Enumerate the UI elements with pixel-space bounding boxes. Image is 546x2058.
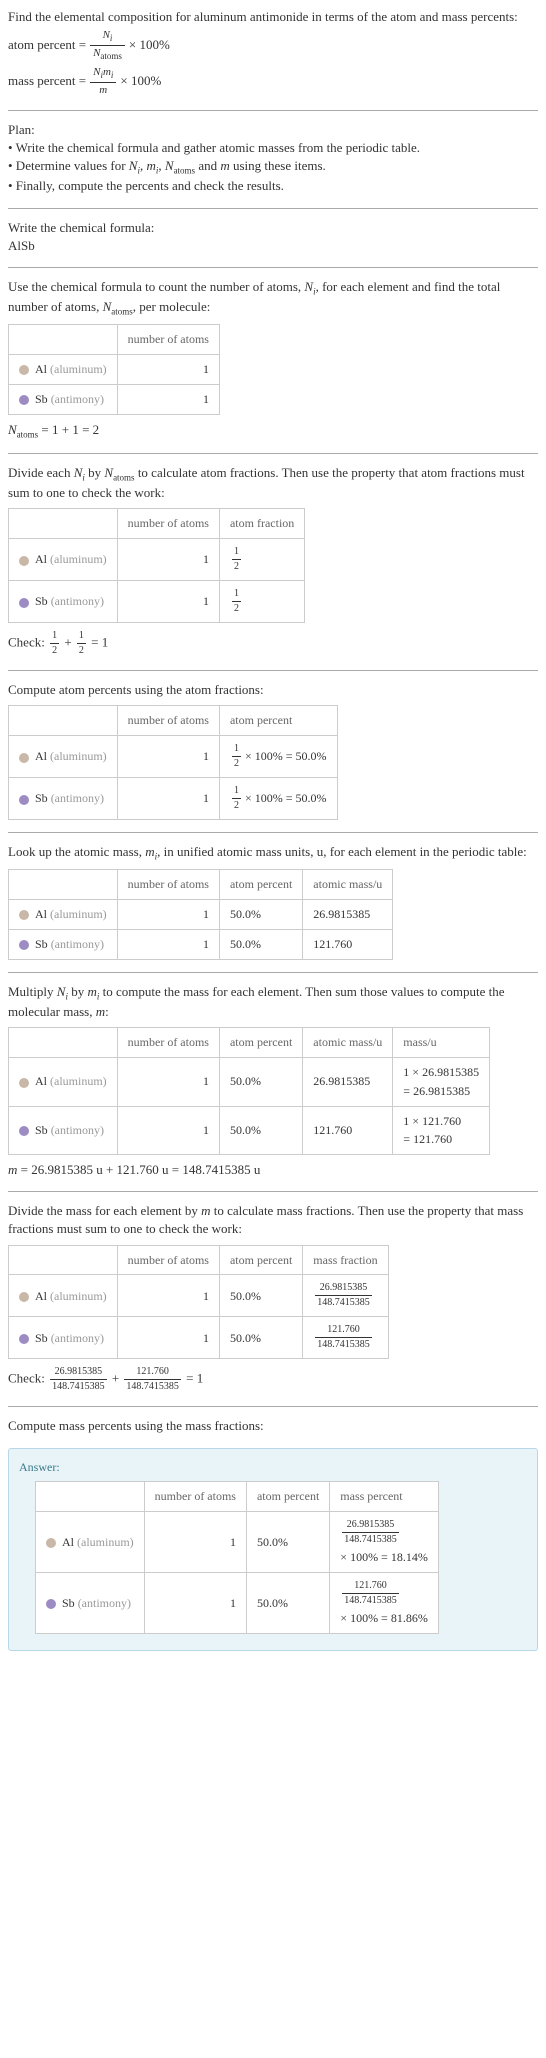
al-count: 1: [117, 355, 219, 385]
step1-title: Write the chemical formula:: [8, 219, 538, 237]
step5-text: Look up the atomic mass, mi, in unified …: [8, 843, 538, 863]
step6-block: Multiply Ni by mi to compute the mass fo…: [8, 983, 538, 1180]
step1-block: Write the chemical formula: AlSb: [8, 219, 538, 255]
al-dot-icon: [19, 1078, 29, 1088]
sb-dot-icon: [19, 795, 29, 805]
plan-block: Plan: • Write the chemical formula and g…: [8, 121, 538, 196]
step4-block: Compute atom percents using the atom fra…: [8, 681, 538, 820]
step7-text: Divide the mass for each element by m to…: [8, 1202, 538, 1238]
table-header-row: number of atoms atom percent: [9, 706, 338, 736]
al-dot-icon: [19, 365, 29, 375]
table-header-row: number of atoms atom percent mass percen…: [36, 1482, 439, 1512]
table-header-row: number of atoms atom percent mass fracti…: [9, 1245, 389, 1275]
atom-fraction-table: number of atoms atom fraction Al (alumin…: [8, 508, 305, 623]
al-cell: Al (aluminum): [9, 355, 118, 385]
mass-percent-frac: Nimi m: [90, 65, 116, 98]
table-row: Al (aluminum) 1 50.0% 26.9815385: [9, 900, 393, 930]
divider: [8, 1191, 538, 1192]
table-row: Al (aluminum) 1 50.0% 26.9815385 1 × 26.…: [9, 1057, 490, 1106]
table-row: Al (aluminum) 1: [9, 355, 220, 385]
divider: [8, 208, 538, 209]
intro-block: Find the elemental composition for alumi…: [8, 8, 538, 98]
sb-dot-icon: [19, 1126, 29, 1136]
mass-percent-formula: mass percent = Nimi m × 100%: [8, 65, 538, 98]
table-header-row: number of atoms atom percent atomic mass…: [9, 870, 393, 900]
atom-percent-formula: atom percent = Ni Natoms × 100%: [8, 28, 538, 63]
table-row: Al (aluminum) 1 12: [9, 539, 305, 581]
table-row: Sb (antimony) 1 50.0% 121.760 1 × 121.76…: [9, 1106, 490, 1155]
table-row: Al (aluminum) 1 50.0% 26.9815385148.7415…: [36, 1512, 439, 1573]
step2-text: Use the chemical formula to count the nu…: [8, 278, 538, 318]
table-row: Al (aluminum) 1 12 × 100% = 50.0%: [9, 736, 338, 778]
empty-header: [9, 325, 118, 355]
check-line: Check: 12 + 12 = 1: [8, 629, 538, 658]
sb-dot-icon: [19, 940, 29, 950]
answer-box: Answer: number of atoms atom percent mas…: [8, 1448, 538, 1651]
step8-text: Compute mass percents using the mass fra…: [8, 1417, 538, 1435]
divider: [8, 1406, 538, 1407]
sb-count: 1: [117, 385, 219, 415]
sb-dot-icon: [19, 598, 29, 608]
atoms-count-table: number of atoms Al (aluminum) 1 Sb (anti…: [8, 324, 220, 414]
sb-cell: Sb (antimony): [9, 385, 118, 415]
step7-block: Divide the mass for each element by m to…: [8, 1202, 538, 1394]
plan-bullet-1: • Write the chemical formula and gather …: [8, 139, 538, 157]
table-row: Sb (antimony) 1 50.0% 121.760148.7415385: [9, 1317, 389, 1359]
answer-label: Answer:: [19, 1459, 527, 1476]
atoms-header: number of atoms: [117, 325, 219, 355]
plan-title: Plan:: [8, 121, 538, 139]
table-row: Sb (antimony) 1 50.0% 121.760148.7415385…: [36, 1573, 439, 1634]
step2-block: Use the chemical formula to count the nu…: [8, 278, 538, 441]
plan-bullet-3: • Finally, compute the percents and chec…: [8, 177, 538, 195]
natoms-total: Natoms = 1 + 1 = 2: [8, 421, 538, 441]
al-dot-icon: [19, 753, 29, 763]
chemical-formula: AlSb: [8, 237, 538, 255]
table-row: Sb (antimony) 1 12 × 100% = 50.0%: [9, 778, 338, 820]
table-header-row: number of atoms atom fraction: [9, 509, 305, 539]
sb-dot-icon: [46, 1599, 56, 1609]
al-dot-icon: [19, 556, 29, 566]
al-dot-icon: [19, 910, 29, 920]
mass-fraction-table: number of atoms atom percent mass fracti…: [8, 1245, 389, 1360]
atom-percent-frac: Ni Natoms: [90, 28, 125, 63]
mass-fraction-check: Check: 26.9815385148.7415385 + 121.76014…: [8, 1365, 538, 1394]
divider: [8, 670, 538, 671]
divider: [8, 110, 538, 111]
table-row: Sb (antimony) 1: [9, 385, 220, 415]
step5-block: Look up the atomic mass, mi, in unified …: [8, 843, 538, 960]
answer-table: number of atoms atom percent mass percen…: [35, 1481, 439, 1633]
al-dot-icon: [19, 1292, 29, 1302]
divider: [8, 832, 538, 833]
step3-block: Divide each Ni by Natoms to calculate at…: [8, 464, 538, 658]
step6-text: Multiply Ni by mi to compute the mass fo…: [8, 983, 538, 1021]
al-dot-icon: [46, 1538, 56, 1548]
table-row: Al (aluminum) 1 50.0% 26.9815385148.7415…: [9, 1275, 389, 1317]
sb-dot-icon: [19, 395, 29, 405]
table-header-row: number of atoms: [9, 325, 220, 355]
divider: [8, 453, 538, 454]
table-header-row: number of atoms atom percent atomic mass…: [9, 1028, 490, 1058]
mass-table: number of atoms atom percent atomic mass…: [8, 1027, 490, 1155]
intro-text: Find the elemental composition for alumi…: [8, 8, 538, 26]
divider: [8, 972, 538, 973]
table-row: Sb (antimony) 1 12: [9, 581, 305, 623]
step3-text: Divide each Ni by Natoms to calculate at…: [8, 464, 538, 502]
table-row: Sb (antimony) 1 50.0% 121.760: [9, 929, 393, 959]
step4-text: Compute atom percents using the atom fra…: [8, 681, 538, 699]
atomic-mass-table: number of atoms atom percent atomic mass…: [8, 869, 393, 959]
atom-percent-table: number of atoms atom percent Al (aluminu…: [8, 705, 338, 820]
divider: [8, 267, 538, 268]
sb-dot-icon: [19, 1334, 29, 1344]
step8-block: Compute mass percents using the mass fra…: [8, 1417, 538, 1435]
plan-bullet-2: • Determine values for Ni, mi, Natoms an…: [8, 157, 538, 177]
molecular-mass-total: m = 26.9815385 u + 121.760 u = 148.74153…: [8, 1161, 538, 1179]
